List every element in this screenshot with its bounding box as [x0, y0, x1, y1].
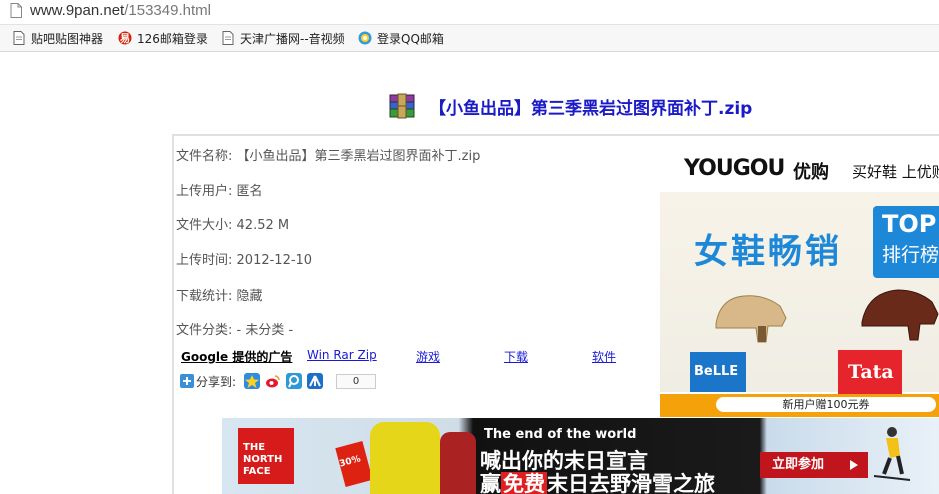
tencent-weibo-share-icon[interactable] [286, 373, 303, 389]
bookmark-tianjin-radio[interactable]: 天津广播网--音视频 [221, 29, 345, 47]
page-icon [10, 3, 22, 18]
ad-line-2: 赢免费末日去野滑雪之旅 [480, 472, 715, 494]
jacket-image [370, 422, 440, 494]
qzone-share-icon[interactable] [244, 373, 261, 389]
yougou-ad-banner[interactable]: YOUGOU 优购 买好鞋 上优购 女鞋畅销 TOP 排行榜 BeLLE Tat… [660, 138, 939, 417]
ad-tagline-en: The end of the world [484, 427, 637, 442]
belle-logo: BeLLE [690, 352, 746, 392]
svg-text:易: 易 [120, 33, 130, 45]
archive-icon [389, 93, 415, 119]
ad-link-software[interactable]: 软件 [592, 348, 616, 365]
promo-bar: 新用户赠100元券 [660, 394, 939, 417]
ad-link-games[interactable]: 游戏 [416, 348, 440, 365]
join-now-button[interactable]: 立即参加 [760, 452, 868, 478]
bookmarks-bar: 贴吧贴图神器 易 126邮箱登录 天津广播网--音视频 登录QQ邮箱 [0, 25, 939, 52]
share-plus-icon[interactable] [180, 374, 194, 388]
skier-image [873, 427, 910, 481]
brown-shoe-image [861, 289, 939, 341]
field-download-count: 下载统计: 隐藏 [176, 289, 263, 304]
bookmark-126-mail[interactable]: 易 126邮箱登录 [118, 29, 208, 47]
field-category: 文件分类: - 未分类 - [176, 323, 294, 338]
ad-headline: 女鞋畅销 [694, 232, 842, 272]
yougou-logo: YOUGOU [684, 156, 785, 181]
north-face-ad-banner[interactable]: THE NORTH FACE 30% The end of the world … [222, 418, 939, 494]
yougou-logo-cn: 优购 [793, 162, 829, 183]
share-count: 0 [336, 373, 377, 389]
file-title-text[interactable]: 【小鱼出品】第三季黑岩过图界面补丁.zip [429, 94, 752, 119]
bookmark-page-icon [222, 31, 234, 45]
ranking-text: 排行榜 [882, 244, 939, 266]
weibo-share-icon[interactable] [265, 373, 282, 389]
field-filename: 文件名称: 【小鱼出品】第三季黑岩过图界面补丁.zip [176, 149, 481, 164]
arrow-right-icon [850, 460, 858, 470]
north-face-logo: THE NORTH FACE [238, 428, 294, 484]
beige-shoe-image [715, 295, 787, 343]
url-text[interactable]: www.9pan.net/153349.html [30, 2, 211, 19]
field-filesize: 文件大小: 42.52 M [176, 218, 290, 233]
backpack-image [440, 432, 476, 494]
top-badge-text: TOP [882, 210, 937, 238]
bookmark-qq-mail[interactable]: 登录QQ邮箱 [358, 29, 444, 47]
address-bar[interactable]: www.9pan.net/153349.html [0, 0, 939, 25]
google-ads-label[interactable]: Google 提供的广告 [181, 348, 292, 365]
promo-text[interactable]: 新用户赠100元券 [716, 397, 936, 412]
bookmark-tieba[interactable]: 贴吧贴图神器 [12, 29, 103, 47]
ad-link-download[interactable]: 下载 [504, 348, 528, 365]
share-bar: 分享到: 0 [180, 373, 377, 389]
field-upload-time: 上传时间: 2012-12-10 [176, 253, 313, 268]
share-label: 分享到: [196, 374, 237, 389]
discount-tag: 30% [335, 441, 373, 487]
file-title: 【小鱼出品】第三季黑岩过图界面补丁.zip [387, 92, 752, 120]
tata-logo: Tata [838, 350, 902, 394]
field-uploader: 上传用户: 匿名 [176, 184, 263, 199]
ad-slogan: 买好鞋 上优购 [852, 163, 939, 181]
renren-share-icon[interactable] [307, 373, 324, 389]
ad-link-winrar[interactable]: Win Rar Zip [307, 348, 377, 362]
bookmark-page-icon [13, 31, 25, 45]
qq-browser-icon [358, 31, 372, 45]
netease-icon: 易 [118, 31, 132, 45]
